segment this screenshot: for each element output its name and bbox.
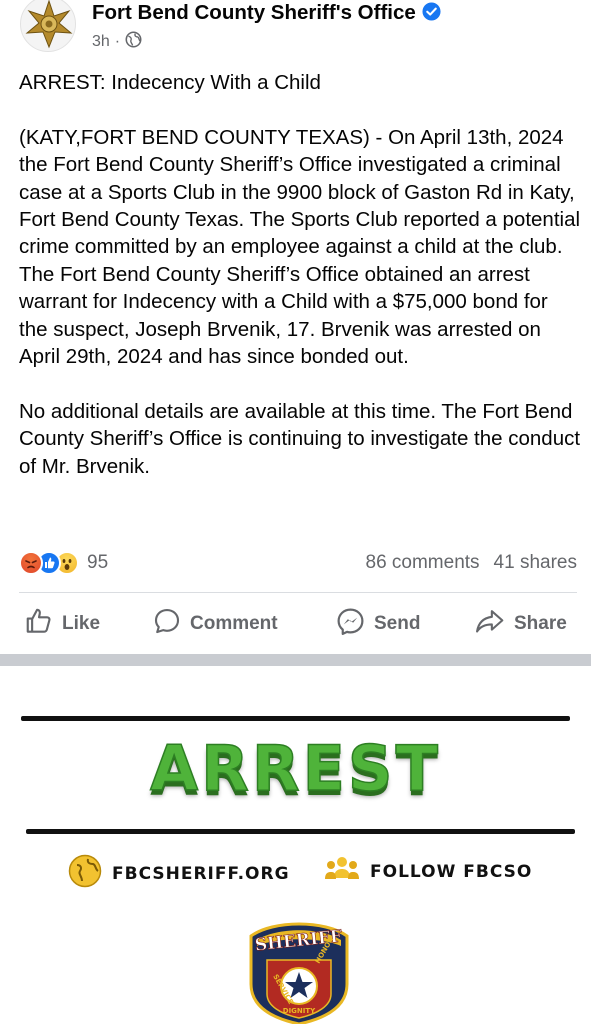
post-paragraph-1: (KATY,FORT BEND COUNTY TEXAS) - On April… [19, 125, 581, 369]
comment-bubble-icon [152, 606, 182, 642]
post-body: ARREST: Indecency With a Child (KATY,FOR… [19, 69, 581, 480]
verified-badge-icon [422, 2, 441, 27]
website-link: FBCSHERIFF.ORG [68, 854, 290, 893]
feed-separator [0, 654, 591, 666]
globe-icon [125, 31, 142, 53]
users-group-icon [324, 854, 360, 889]
website-text: FBCSHERIFF.ORG [112, 863, 290, 884]
comment-button[interactable]: Comment [152, 604, 278, 644]
bottom-rule [26, 829, 575, 834]
follow-link: FOLLOW FBCSO [324, 854, 532, 889]
post-paragraph-2: No additional details are available at t… [19, 399, 581, 478]
like-button[interactable]: Like [24, 604, 100, 644]
angry-reaction-icon [19, 551, 43, 575]
post-title: ARREST: Indecency With a Child [19, 71, 321, 94]
post-time[interactable]: 3h [92, 33, 110, 51]
comment-label: Comment [190, 613, 278, 634]
page-name[interactable]: Fort Bend County Sheriff's Office [92, 1, 416, 24]
arrest-headline: ARREST [149, 731, 441, 806]
stats-divider [19, 592, 577, 593]
top-rule [21, 716, 570, 721]
thumbs-up-icon [24, 606, 54, 642]
page-name-row: Fort Bend County Sheriff's Office [92, 1, 441, 27]
sheriff-badge-logo: SHERIFF SERVICE HONOR DIGNITY [243, 910, 355, 1024]
post-meta: 3h · [92, 31, 142, 53]
follow-text: FOLLOW FBCSO [370, 861, 533, 882]
comments-count[interactable]: 86 comments [366, 552, 480, 574]
share-arrow-icon [474, 606, 506, 642]
graphic-links-row: FBCSHERIFF.ORG FOLLOW FBCSO [0, 854, 591, 890]
reactions-summary[interactable]: 95 [19, 551, 108, 575]
post-image[interactable]: ARREST FBCSHERIFF.ORG FOLLOW FBCSO SHERI… [0, 666, 591, 1024]
badge-bottom-text: DIGNITY [283, 1007, 316, 1015]
send-label: Send [374, 613, 421, 634]
meta-dot: · [114, 33, 121, 50]
send-button[interactable]: Send [335, 604, 420, 644]
reaction-count: 95 [87, 552, 109, 573]
share-label: Share [514, 613, 567, 634]
post-header: Fort Bend County Sheriff's Office 3h · [0, 0, 591, 56]
globe-icon [68, 854, 102, 893]
sheriff-star-icon [25, 0, 73, 49]
page-avatar[interactable] [20, 0, 76, 52]
like-label: Like [62, 613, 101, 634]
messenger-icon [335, 606, 366, 643]
post-action-bar: Like Comment Send Share [0, 604, 591, 644]
share-button[interactable]: Share [474, 604, 567, 644]
counts-group: 86 comments 41 shares [366, 552, 578, 574]
shares-count[interactable]: 41 shares [494, 552, 577, 574]
engagement-stats: 95 86 comments 41 shares [19, 549, 577, 579]
